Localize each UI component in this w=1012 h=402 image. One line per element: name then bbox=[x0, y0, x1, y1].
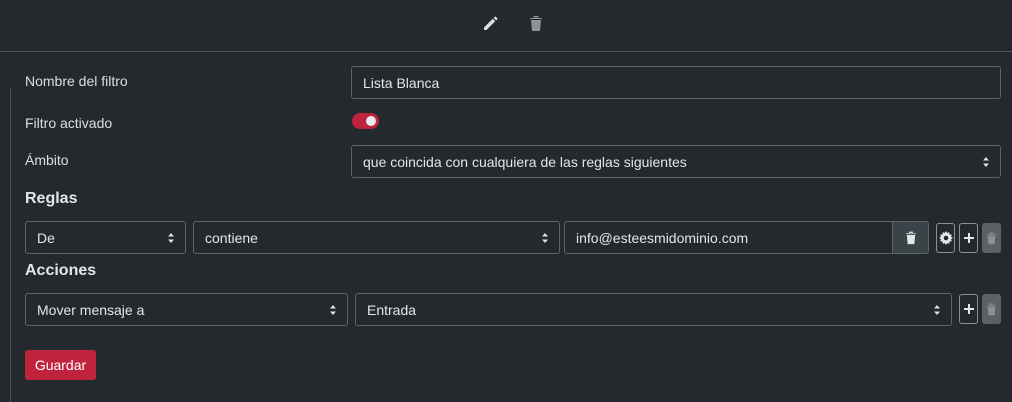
panel-divider bbox=[0, 88, 11, 402]
plus-icon bbox=[963, 233, 974, 243]
scope-label: Ámbito bbox=[25, 152, 69, 168]
scope-value: que coincida con cualquiera de las regla… bbox=[363, 153, 687, 170]
remove-action-button[interactable] bbox=[982, 294, 1001, 324]
trash-icon bbox=[986, 303, 997, 316]
plus-icon bbox=[963, 304, 974, 314]
select-caret-icon bbox=[983, 156, 989, 167]
select-caret-icon bbox=[934, 304, 940, 315]
add-rule-button[interactable] bbox=[959, 223, 978, 253]
filter-active-label: Filtro activado bbox=[25, 115, 113, 131]
rule-field-value: De bbox=[37, 229, 55, 246]
select-caret-icon bbox=[330, 304, 336, 315]
rules-heading: Reglas bbox=[25, 190, 78, 207]
filter-name-value: Lista Blanca bbox=[363, 74, 440, 91]
rule-value-text: info@esteesmidominio.com bbox=[576, 229, 749, 246]
action-target-select[interactable]: Entrada bbox=[355, 293, 952, 326]
rule-value-input[interactable]: info@esteesmidominio.com bbox=[564, 221, 894, 254]
select-caret-icon bbox=[168, 232, 174, 243]
pencil-icon[interactable] bbox=[480, 12, 502, 34]
trash-icon[interactable] bbox=[525, 12, 547, 34]
trash-icon bbox=[986, 232, 997, 245]
rule-operator-value: contiene bbox=[205, 229, 258, 246]
filter-name-label: Nombre del filtro bbox=[25, 73, 128, 89]
scope-select[interactable]: que coincida con cualquiera de las regla… bbox=[351, 145, 1001, 178]
remove-rule-button[interactable] bbox=[982, 223, 1001, 253]
save-button[interactable]: Guardar bbox=[25, 350, 96, 380]
trash-icon bbox=[905, 231, 916, 245]
toolbar bbox=[0, 0, 1012, 52]
add-action-button[interactable] bbox=[959, 294, 978, 324]
filter-name-input[interactable]: Lista Blanca bbox=[351, 66, 1001, 99]
rule-settings-button[interactable] bbox=[936, 223, 955, 253]
rule-field-select[interactable]: De bbox=[25, 221, 186, 254]
gear-icon bbox=[938, 231, 953, 245]
action-target-value: Entrada bbox=[367, 301, 417, 318]
actions-heading: Acciones bbox=[25, 262, 97, 279]
rule-value-clear-button[interactable] bbox=[892, 221, 929, 254]
action-type-select[interactable]: Mover mensaje a bbox=[25, 293, 348, 326]
action-type-value: Mover mensaje a bbox=[37, 301, 145, 318]
select-caret-icon bbox=[542, 232, 548, 243]
filter-active-toggle[interactable] bbox=[352, 113, 379, 129]
toggle-knob bbox=[366, 116, 376, 126]
rule-operator-select[interactable]: contiene bbox=[193, 221, 560, 254]
